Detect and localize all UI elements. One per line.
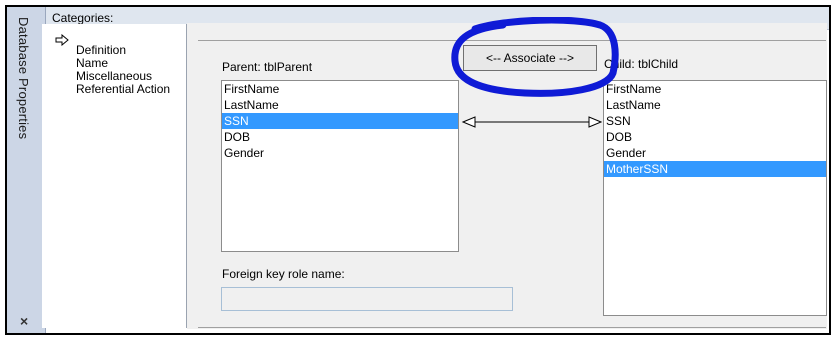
list-item[interactable]: LastName [604,97,826,113]
association-arrow-icon [461,116,603,128]
annotation-circle [451,17,619,97]
side-tab-panel[interactable]: Database Properties × [7,7,46,333]
list-item[interactable]: Gender [604,145,826,161]
list-item[interactable]: DOB [222,129,458,145]
list-item[interactable]: FirstName [604,81,826,97]
arrow-right-icon [55,34,69,46]
child-fields-list[interactable]: FirstName LastName SSN DOB Gender Mother… [603,80,827,316]
list-item-selected[interactable]: SSN [222,113,458,129]
foreign-key-role-label: Foreign key role name: [222,267,345,281]
foreign-key-role-input[interactable] [221,287,513,311]
category-referential-action[interactable]: Referential Action [76,83,170,96]
list-item[interactable]: LastName [222,97,458,113]
categories-title: Categories: [52,11,114,25]
list-item-selected[interactable]: MotherSSN [604,161,826,177]
list-item[interactable]: DOB [604,129,826,145]
list-item[interactable]: Gender [222,145,458,161]
close-icon[interactable]: × [20,313,28,329]
list-item[interactable]: SSN [604,113,826,129]
parent-table-label: Parent: tblParent [222,60,313,74]
categories-list: Definition Name Miscellaneous Referentia… [42,24,187,328]
parent-fields-list[interactable]: FirstName LastName SSN DOB Gender [221,80,459,252]
side-tab-label: Database Properties [16,17,31,140]
list-item[interactable]: FirstName [222,81,458,97]
divider [198,327,826,328]
